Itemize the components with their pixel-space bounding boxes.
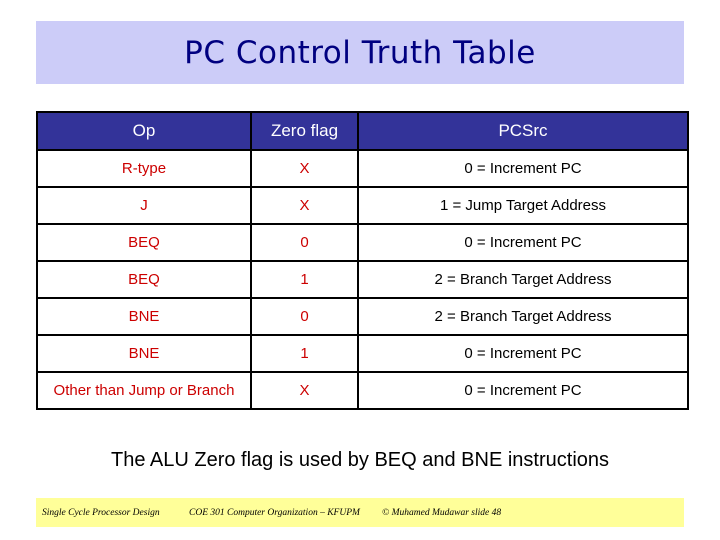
cell-zero-flag: X: [250, 149, 359, 188]
cell-op: J: [36, 186, 252, 225]
cell-zero-flag: X: [250, 186, 359, 225]
cell-zero-flag: 1: [250, 334, 359, 373]
cell-pcsrc: 1 = Jump Target Address: [357, 186, 689, 225]
footer-copyright-slide-number: © Muhamed Mudawar slide 48: [382, 508, 502, 518]
header-op: Op: [36, 111, 252, 151]
cell-pcsrc: 0 = Increment PC: [357, 334, 689, 373]
slide-footer: Single Cycle Processor Design COE 301 Co…: [36, 498, 684, 527]
header-pcsrc: PCSrc: [357, 111, 689, 151]
cell-op: R-type: [36, 149, 252, 188]
explanatory-note: The ALU Zero flag is used by BEQ and BNE…: [110, 449, 610, 471]
header-zero-flag: Zero flag: [250, 111, 359, 151]
table-header-row: Op Zero flag PCSrc: [36, 111, 689, 151]
cell-pcsrc: 0 = Increment PC: [357, 149, 689, 188]
cell-pcsrc: 2 = Branch Target Address: [357, 297, 689, 336]
table-row: BNE 1 0 = Increment PC: [36, 334, 689, 373]
table-row: R-type X 0 = Increment PC: [36, 149, 689, 188]
cell-zero-flag: 0: [250, 297, 359, 336]
slide-title: PC Control Truth Table: [184, 34, 536, 71]
cell-zero-flag: X: [250, 371, 359, 410]
cell-op: BEQ: [36, 223, 252, 262]
cell-pcsrc: 0 = Increment PC: [357, 371, 689, 410]
cell-op: Other than Jump or Branch: [36, 371, 252, 410]
cell-pcsrc: 0 = Increment PC: [357, 223, 689, 262]
table-row: Other than Jump or Branch X 0 = Incremen…: [36, 371, 689, 410]
cell-op: BNE: [36, 334, 252, 373]
title-bar: PC Control Truth Table: [36, 21, 684, 84]
cell-op: BEQ: [36, 260, 252, 299]
cell-pcsrc: 2 = Branch Target Address: [357, 260, 689, 299]
footer-course-topic: Single Cycle Processor Design: [42, 508, 160, 518]
cell-zero-flag: 1: [250, 260, 359, 299]
table-row: BNE 0 2 = Branch Target Address: [36, 297, 689, 336]
footer-course-name: COE 301 Computer Organization – KFUPM: [189, 508, 360, 518]
table-row: J X 1 = Jump Target Address: [36, 186, 689, 225]
cell-op: BNE: [36, 297, 252, 336]
table-row: BEQ 1 2 = Branch Target Address: [36, 260, 689, 299]
table-row: BEQ 0 0 = Increment PC: [36, 223, 689, 262]
truth-table: Op Zero flag PCSrc R-type X 0 = Incremen…: [36, 111, 689, 410]
cell-zero-flag: 0: [250, 223, 359, 262]
